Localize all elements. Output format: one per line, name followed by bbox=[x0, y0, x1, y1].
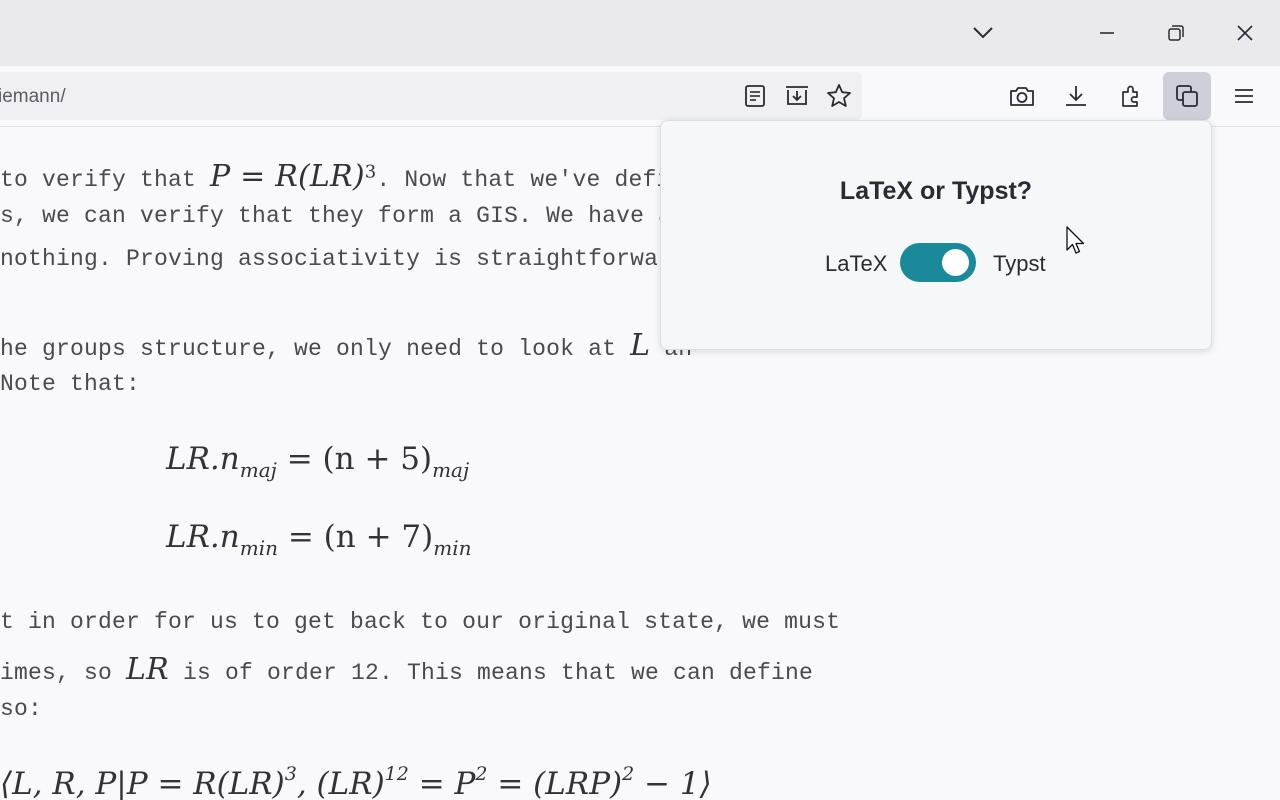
math-superscript: 2 bbox=[622, 763, 635, 785]
eq-rhs: = (n + 5) bbox=[276, 441, 433, 477]
screenshot-button[interactable] bbox=[1000, 74, 1044, 118]
equation-major: LR.nmaj = (n + 5)maj bbox=[166, 441, 469, 482]
paragraph-line: nothing. Proving associativity is straig… bbox=[0, 246, 673, 272]
extensions-button[interactable] bbox=[1109, 74, 1153, 118]
eq-lhs: LR.n bbox=[166, 441, 240, 477]
text: to verify that bbox=[0, 167, 211, 193]
app-menu-button[interactable] bbox=[1222, 74, 1266, 118]
eq-subscript: maj bbox=[432, 458, 470, 482]
math-inline: L bbox=[630, 328, 651, 363]
save-page-icon bbox=[786, 86, 808, 105]
extension-popup: LaTeX or Typst? LaTeX Typst bbox=[660, 120, 1212, 350]
restore-icon bbox=[1168, 25, 1184, 41]
copy-extension-button[interactable] bbox=[1163, 72, 1211, 120]
list-all-tabs-button[interactable] bbox=[953, 0, 1013, 66]
url-text[interactable]: iemann/ bbox=[0, 86, 66, 108]
eq-subscript: maj bbox=[239, 458, 277, 482]
title-bar bbox=[0, 0, 1280, 66]
math-part: = (LRP) bbox=[487, 766, 623, 800]
math-superscript: 12 bbox=[384, 763, 409, 785]
reader-view-icon bbox=[745, 85, 765, 107]
equation-minor: LR.nmin = (n + 7)min bbox=[166, 519, 472, 560]
paragraph-line: to verify that P = R(LR)3. Now that we'v… bbox=[0, 159, 670, 194]
restore-button[interactable] bbox=[1146, 0, 1206, 66]
paragraph-line: imes, so LR is of order 12. This means t… bbox=[0, 652, 813, 687]
text: imes, so bbox=[0, 660, 127, 686]
latex-label: LaTeX bbox=[825, 251, 888, 276]
downloads-button[interactable] bbox=[1054, 74, 1098, 118]
math-superscript: 2 bbox=[475, 763, 488, 785]
minimize-button[interactable] bbox=[1077, 0, 1137, 66]
group-presentation: ⟨L, R, P|P = R(LR)3, (LR)12 = P2 = (LRP)… bbox=[0, 763, 712, 800]
close-button[interactable] bbox=[1215, 0, 1275, 66]
popup-title: LaTeX or Typst? bbox=[839, 177, 1033, 205]
close-icon bbox=[1237, 25, 1253, 41]
math-inline: P = R(LR) bbox=[210, 159, 365, 194]
downloads-icon bbox=[1066, 86, 1086, 106]
paragraph-line: Note that: bbox=[0, 371, 141, 397]
mouse-cursor-icon bbox=[1066, 226, 1085, 254]
math-part: − 1⟩ bbox=[634, 766, 712, 800]
text: is of order 12. This means that we can d… bbox=[168, 660, 814, 686]
math-part: , (LR) bbox=[296, 766, 385, 800]
eq-subscript: min bbox=[433, 536, 472, 560]
bookmark-button[interactable] bbox=[817, 74, 861, 118]
eq-rhs: = (n + 7) bbox=[278, 519, 434, 555]
math-inline: LR bbox=[126, 652, 169, 687]
menu-icon bbox=[1235, 89, 1253, 103]
math-superscript: 3 bbox=[284, 763, 297, 785]
paragraph-line: he groups structure, we only need to loo… bbox=[0, 328, 692, 363]
typst-label: Typst bbox=[993, 251, 1046, 276]
copy-icon bbox=[1176, 85, 1198, 107]
minimize-icon bbox=[1100, 32, 1114, 34]
address-bar[interactable]: iemann/ bbox=[0, 72, 862, 120]
eq-subscript: min bbox=[239, 536, 278, 560]
format-toggle-row: LaTeX Typst bbox=[661, 243, 1211, 283]
text: . Now that we've defi bbox=[376, 167, 671, 193]
toggle-knob bbox=[942, 249, 969, 276]
text: he groups structure, we only need to loo… bbox=[0, 336, 631, 362]
navigation-bar: iemann/ bbox=[0, 66, 1280, 127]
screenshot-icon bbox=[1010, 87, 1034, 106]
math-part: = P bbox=[408, 766, 476, 800]
paragraph-line: so: bbox=[0, 696, 43, 722]
eq-lhs: LR.n bbox=[166, 519, 240, 555]
save-to-pocket-button[interactable] bbox=[775, 74, 819, 118]
format-toggle[interactable] bbox=[900, 243, 976, 282]
bookmark-star-icon bbox=[827, 84, 851, 107]
paragraph-line: t in order for us to get back to our ori… bbox=[0, 609, 841, 635]
math-part: ⟨L, R, P|P = R(LR) bbox=[0, 766, 285, 800]
reader-view-button[interactable] bbox=[733, 74, 777, 118]
math-superscript: 3 bbox=[364, 161, 377, 183]
chevron-down-icon bbox=[973, 27, 993, 39]
paragraph-line: s, we can verify that they form a GIS. W… bbox=[0, 203, 687, 229]
extensions-icon bbox=[1122, 85, 1138, 107]
